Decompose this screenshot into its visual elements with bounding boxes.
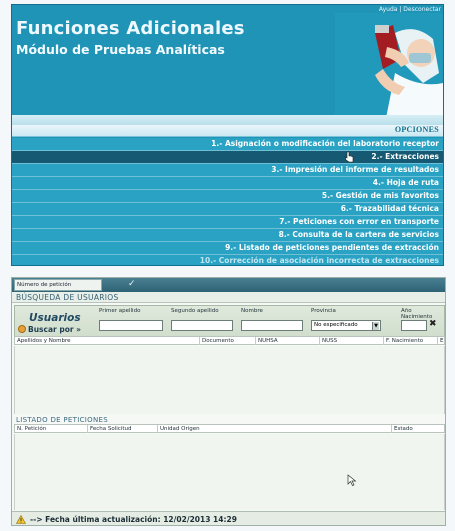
user-search-panel: Número de petición ✓ BÚSQUEDA DE USUARIO… bbox=[11, 277, 446, 526]
search-icon bbox=[18, 325, 26, 333]
nombre-input[interactable] bbox=[241, 320, 303, 331]
col-f-nacimiento[interactable]: F. Nacimiento bbox=[383, 337, 423, 345]
menu-item-trazabilidad[interactable]: 6.- Trazabilidad técnica bbox=[12, 203, 443, 216]
header-band bbox=[12, 115, 443, 125]
page-subtitle: Módulo de Pruebas Analíticas bbox=[16, 42, 225, 57]
options-menu: 1.- Asignación o modificación del labora… bbox=[12, 138, 443, 265]
col-nuhsa[interactable]: NUHSA bbox=[255, 337, 278, 345]
mouse-pointer-icon bbox=[347, 474, 357, 486]
buscar-por-label: Buscar por bbox=[28, 325, 74, 334]
checkmark-icon[interactable]: ✓ bbox=[128, 279, 136, 289]
menu-item-hoja-ruta[interactable]: 4.- Hoja de ruta bbox=[12, 177, 443, 190]
warning-icon bbox=[16, 515, 26, 524]
additional-functions-panel: Ayuda | Desconectar Funciones Adicionale… bbox=[11, 4, 444, 266]
menu-item-asignacion[interactable]: 1.- Asignación o modificación del labora… bbox=[12, 138, 443, 151]
col-documento[interactable]: Documento bbox=[199, 337, 234, 345]
chevron-down-icon: ▼ bbox=[372, 321, 379, 330]
menu-item-pendientes-extraccion[interactable]: 9.- Listado de peticiones pendientes de … bbox=[12, 242, 443, 255]
tab-numero-peticion[interactable]: Número de petición bbox=[14, 279, 102, 291]
menu-item-correccion-asociacion[interactable]: 10.- Corrección de asociación incorrecta… bbox=[12, 255, 443, 265]
segundo-apellido-input[interactable] bbox=[171, 320, 233, 331]
menu-item-extracciones[interactable]: 2.- Extracciones bbox=[12, 151, 443, 164]
options-title: OPCIONES bbox=[394, 125, 439, 134]
status-footer: --> Fecha última actualización: 12/02/20… bbox=[12, 511, 445, 525]
col-e[interactable]: E bbox=[437, 337, 443, 345]
provincia-select[interactable]: No especificado ▼ bbox=[311, 320, 381, 331]
segundo-apellido-label: Segundo apellido bbox=[171, 308, 219, 314]
col-unidad-origen[interactable]: Unidad Origen bbox=[157, 425, 200, 433]
requests-grid-header: N. Petición Fecha Solicitud Unidad Orige… bbox=[14, 424, 445, 433]
search-section-title: BÚSQUEDA DE USUARIOS bbox=[16, 293, 119, 302]
menu-item-impresion-informe[interactable]: 3.- Impresión del informe de resultados bbox=[12, 164, 443, 177]
col-fecha-solicitud[interactable]: Fecha Solicitud bbox=[87, 425, 131, 433]
provincia-label: Provincia bbox=[311, 308, 336, 314]
anio-nacimiento-label: Año Nacimiento bbox=[401, 308, 433, 320]
hand-cursor-icon bbox=[344, 151, 354, 163]
nombre-label: Nombre bbox=[241, 308, 263, 314]
users-grid-header: Apellidos y Nombre Documento NUHSA NUSS … bbox=[14, 336, 445, 345]
search-section-header: BÚSQUEDA DE USUARIOS bbox=[12, 292, 445, 303]
lab-technician-illustration bbox=[335, 13, 443, 123]
buscar-por-toggle[interactable]: Buscar por » bbox=[18, 325, 81, 334]
page-title: Funciones Adicionales bbox=[16, 18, 245, 39]
menu-item-favoritos[interactable]: 5.- Gestión de mis favoritos bbox=[12, 190, 443, 203]
menu-item-cartera-servicios[interactable]: 8.- Consulta de la cartera de servicios bbox=[12, 229, 443, 242]
col-apellidos-nombre[interactable]: Apellidos y Nombre bbox=[15, 337, 71, 345]
col-nuss[interactable]: NUSS bbox=[319, 337, 337, 345]
primer-apellido-input[interactable] bbox=[99, 320, 163, 331]
requests-grid-body[interactable] bbox=[14, 434, 445, 510]
listado-section-title: LISTADO DE PETICIONES bbox=[16, 416, 108, 424]
anio-nacimiento-input[interactable] bbox=[401, 320, 427, 331]
top-links[interactable]: Ayuda | Desconectar bbox=[379, 6, 441, 13]
options-header: OPCIONES bbox=[12, 125, 443, 137]
usuarios-label: Usuarios bbox=[29, 312, 81, 324]
clear-icon[interactable]: ✖ bbox=[429, 319, 437, 329]
users-grid-body[interactable] bbox=[14, 346, 445, 414]
primer-apellido-label: Primer apellido bbox=[99, 308, 141, 314]
tab-bar: Número de petición ✓ bbox=[12, 278, 445, 292]
last-update-text: --> Fecha última actualización: 12/02/20… bbox=[30, 515, 237, 524]
col-n-peticion[interactable]: N. Petición bbox=[15, 425, 46, 433]
provincia-value: No especificado bbox=[314, 322, 358, 328]
col-estado[interactable]: Estado bbox=[391, 425, 413, 433]
menu-item-error-transporte[interactable]: 7.- Peticiones con error en transporte bbox=[12, 216, 443, 229]
